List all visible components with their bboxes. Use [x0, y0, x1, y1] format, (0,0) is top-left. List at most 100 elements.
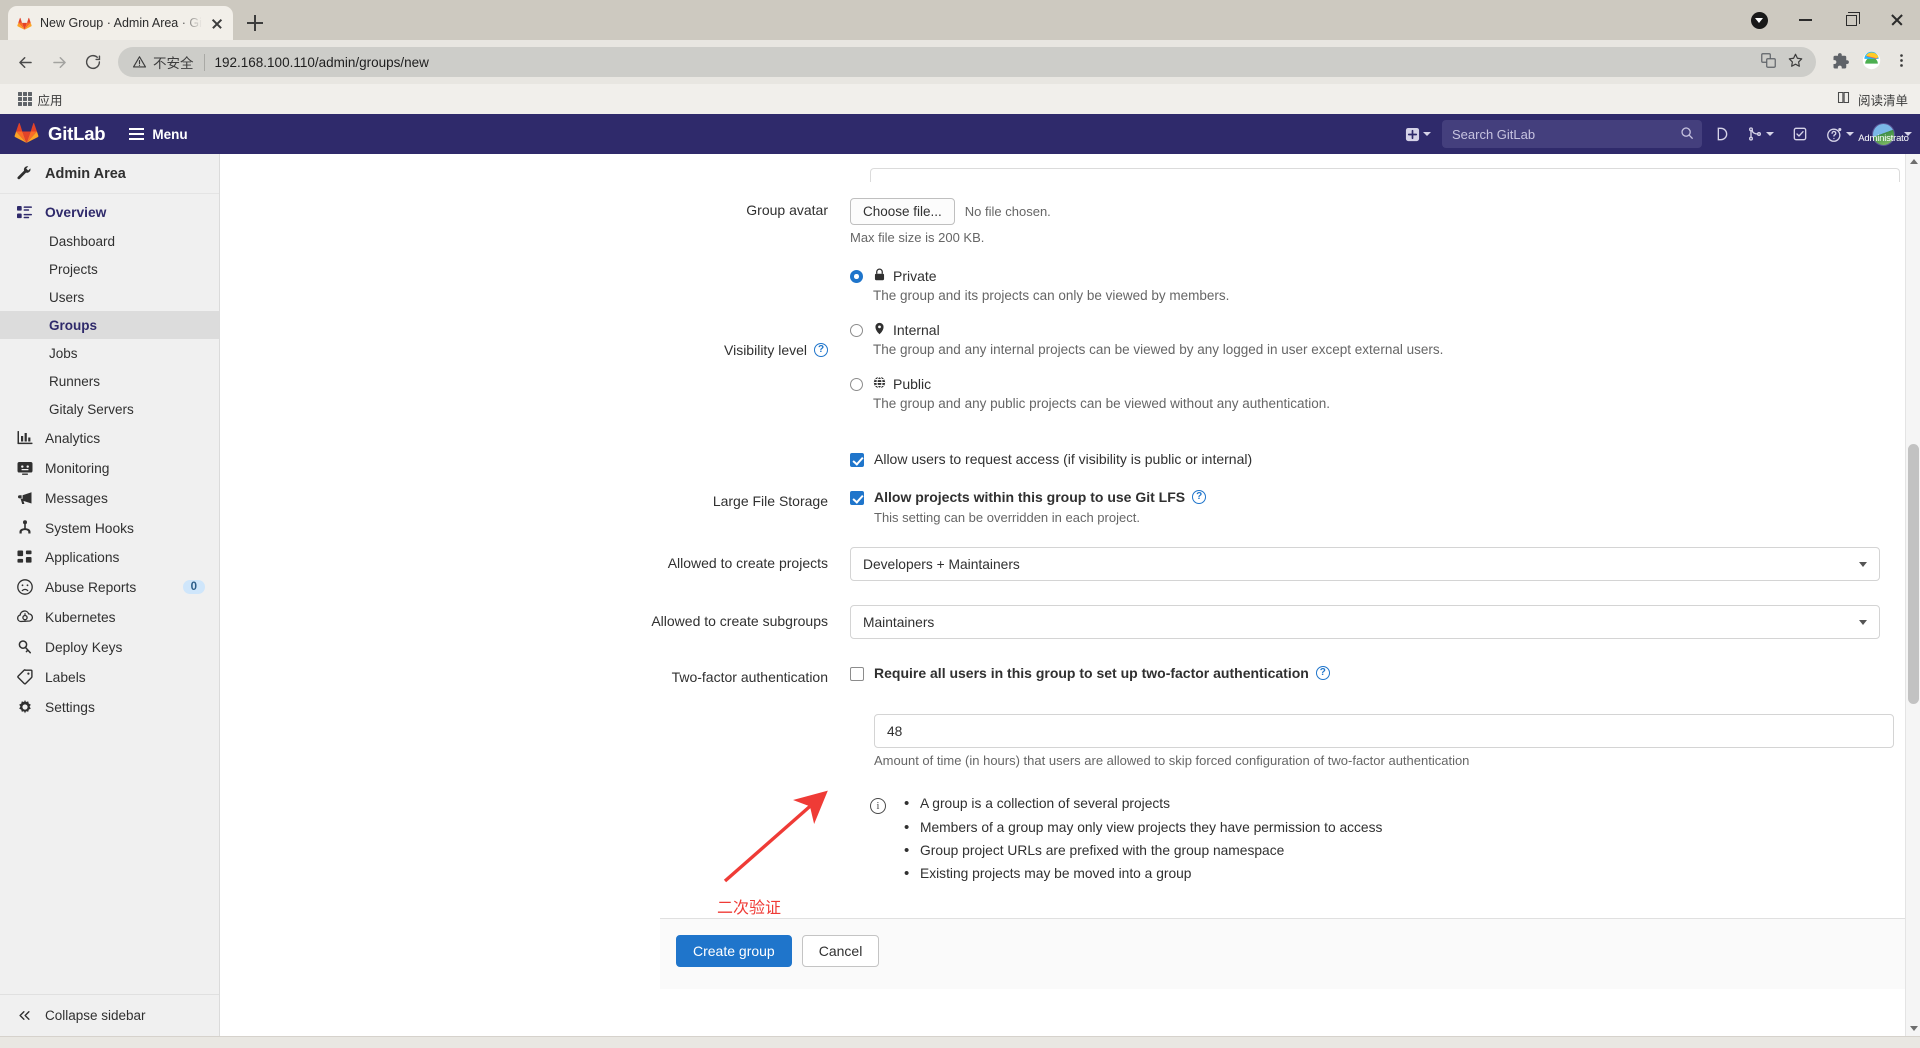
- sidebar-item-system-hooks[interactable]: System Hooks: [0, 513, 219, 543]
- sidebar-item-overview[interactable]: Overview: [0, 198, 219, 227]
- create-projects-row: Allowed to create projects Developers + …: [220, 547, 1920, 582]
- overview-icon: [16, 205, 33, 220]
- sidebar-nav: Overview Dashboard Projects Users Groups…: [0, 194, 219, 994]
- scroll-up-icon[interactable]: [1909, 159, 1918, 164]
- sidebar-item-label: Kubernetes: [45, 609, 116, 625]
- two-factor-checkbox-line[interactable]: Require all users in this group to set u…: [850, 665, 1920, 682]
- radio-private[interactable]: [850, 270, 863, 283]
- sidebar-item-users[interactable]: Users: [0, 283, 219, 311]
- user-menu-button[interactable]: Administrato: [1858, 118, 1909, 151]
- sidebar-item-analytics[interactable]: Analytics: [0, 423, 219, 453]
- gitlab-home-link[interactable]: GitLab: [0, 120, 106, 148]
- back-icon[interactable]: [10, 47, 40, 77]
- two-factor-checkbox[interactable]: [850, 667, 864, 682]
- help-icon[interactable]: ?: [814, 343, 828, 358]
- create-subgroups-select[interactable]: Maintainers: [850, 605, 1880, 640]
- forward-icon[interactable]: [44, 47, 74, 77]
- sidebar-item-labels[interactable]: Labels: [0, 662, 219, 692]
- sidebar-item-messages[interactable]: Messages: [0, 483, 219, 513]
- reading-list-icon[interactable]: [1836, 90, 1851, 108]
- sidebar-item-label: Jobs: [49, 345, 78, 361]
- browser-toolbar: 不安全 192.168.100.110/admin/groups/new: [0, 40, 1920, 84]
- browser-menu-icon[interactable]: [1893, 52, 1910, 72]
- collapse-sidebar-button[interactable]: Collapse sidebar: [0, 994, 219, 1036]
- bookmark-star-icon[interactable]: [1787, 52, 1804, 72]
- two-factor-grace-input[interactable]: 48: [874, 714, 1894, 749]
- sidebar-item-label: Messages: [45, 490, 108, 506]
- create-projects-select[interactable]: Developers + Maintainers: [850, 547, 1880, 582]
- reload-icon[interactable]: [78, 47, 108, 77]
- scroll-down-icon[interactable]: [1909, 1026, 1918, 1031]
- window-close-button[interactable]: [1874, 4, 1920, 36]
- radio-internal[interactable]: [850, 324, 863, 338]
- sidebar-item-label: Overview: [45, 205, 107, 220]
- close-icon[interactable]: [209, 15, 225, 31]
- new-item-button[interactable]: [1398, 122, 1438, 147]
- create-group-button[interactable]: Create group: [676, 934, 792, 967]
- main-menu-button[interactable]: Menu: [129, 127, 188, 142]
- extensions-puzzle-icon[interactable]: [1832, 52, 1850, 73]
- group-description-field-partial[interactable]: [870, 168, 1900, 182]
- sidebar-item-groups[interactable]: Groups: [0, 311, 219, 339]
- search-input[interactable]: Search GitLab: [1442, 120, 1702, 148]
- sidebar-item-dashboard[interactable]: Dashboard: [0, 227, 219, 255]
- visibility-option-private[interactable]: Private The group and its projects can o…: [850, 267, 1920, 305]
- sidebar-item-gitaly-servers[interactable]: Gitaly Servers: [0, 395, 219, 423]
- choose-file-button[interactable]: Choose file...: [850, 198, 955, 225]
- request-access-checkbox[interactable]: [850, 453, 864, 468]
- chevron-down-icon: [1423, 132, 1431, 136]
- lfs-checkbox-line[interactable]: Allow projects within this group to use …: [850, 489, 1920, 506]
- radio-public[interactable]: [850, 378, 863, 392]
- sidebar-item-jobs[interactable]: Jobs: [0, 339, 219, 367]
- lfs-row: Large File Storage Allow projects within…: [220, 489, 1920, 525]
- bookmark-apps[interactable]: 应用: [12, 88, 69, 111]
- browser-window: New Group · Admin Area · GitL 不安全 192.16…: [0, 0, 1920, 1048]
- request-access-checkbox-line[interactable]: Allow users to request access (if visibi…: [850, 451, 1920, 468]
- translate-icon[interactable]: [1760, 52, 1777, 72]
- annotation-text: 二次验证: [717, 898, 782, 917]
- two-factor-grace-hint: Amount of time (in hours) that users are…: [874, 753, 1470, 769]
- help-icon[interactable]: ?: [1315, 666, 1330, 681]
- help-button[interactable]: [1819, 121, 1861, 148]
- sidebar-item-kubernetes[interactable]: Kubernetes: [0, 602, 219, 632]
- sidebar-title: Admin Area: [45, 165, 126, 182]
- sidebar-header[interactable]: Admin Area: [0, 154, 219, 194]
- todos-button[interactable]: [1785, 121, 1815, 147]
- scrollbar-thumb[interactable]: [1908, 444, 1919, 704]
- sidebar-item-settings[interactable]: Settings: [0, 692, 219, 722]
- create-projects-value: Developers + Maintainers: [863, 556, 1020, 572]
- merge-requests-button[interactable]: [1740, 121, 1781, 147]
- cancel-button[interactable]: Cancel: [801, 934, 880, 967]
- sidebar-item-runners[interactable]: Runners: [0, 367, 219, 395]
- help-icon[interactable]: ?: [1192, 490, 1207, 505]
- sidebar-item-projects[interactable]: Projects: [0, 255, 219, 283]
- two-factor-label: Two-factor authentication: [671, 669, 828, 686]
- lfs-checkbox-label-wrap: Allow projects within this group to use …: [874, 489, 1207, 505]
- new-tab-button[interactable]: [241, 9, 269, 37]
- browser-tab[interactable]: New Group · Admin Area · GitL: [8, 6, 233, 40]
- applications-icon: [16, 550, 33, 565]
- sidebar-item-label: Labels: [45, 669, 86, 685]
- profile-avatar-icon[interactable]: [1862, 51, 1881, 73]
- maximize-button[interactable]: [1828, 4, 1874, 36]
- chevron-down-icon: [1859, 561, 1867, 567]
- lfs-checkbox[interactable]: [850, 491, 864, 506]
- url-text: 192.168.100.110/admin/groups/new: [214, 54, 429, 70]
- sidebar-item-applications[interactable]: Applications: [0, 543, 219, 572]
- bookmark-apps-label: 应用: [37, 93, 63, 108]
- visibility-option-public[interactable]: Public The group and any public projects…: [850, 375, 1920, 413]
- sidebar-item-abuse-reports[interactable]: Abuse Reports 0: [0, 572, 219, 602]
- reading-list-label[interactable]: 阅读清单: [1858, 90, 1908, 109]
- visibility-option-title: Private: [893, 268, 937, 284]
- file-status-text: No file chosen.: [964, 204, 1051, 219]
- sidebar-item-monitoring[interactable]: Monitoring: [0, 453, 219, 483]
- main-scrollbar[interactable]: [1905, 154, 1920, 1036]
- sidebar-item-label: Applications: [45, 550, 120, 565]
- sidebar-item-label: Deploy Keys: [45, 639, 123, 655]
- address-bar[interactable]: 不安全 192.168.100.110/admin/groups/new: [118, 47, 1816, 77]
- record-indicator-icon[interactable]: [1736, 4, 1782, 36]
- minimize-button[interactable]: [1782, 4, 1828, 36]
- issues-button[interactable]: [1706, 121, 1736, 147]
- visibility-option-internal[interactable]: Internal The group and any internal proj…: [850, 321, 1920, 359]
- sidebar-item-deploy-keys[interactable]: Deploy Keys: [0, 632, 219, 662]
